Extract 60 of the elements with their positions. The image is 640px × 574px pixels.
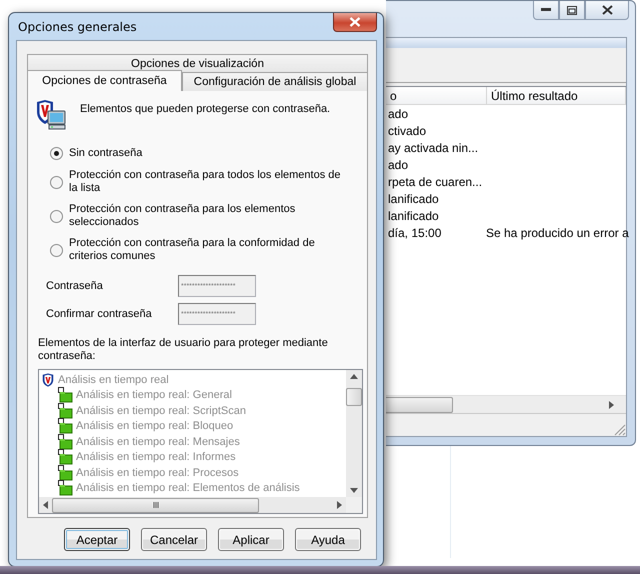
minimize-icon <box>541 8 551 12</box>
radio-label[interactable]: Protección con contraseña para la conformidad de criterios comunes <box>69 237 341 263</box>
table-cell-text: Se ha producido un error a <box>485 225 629 242</box>
locked-folder-icon <box>57 464 73 481</box>
intro-text: Elementos que pueden protegerse con contraseña. <box>80 103 330 115</box>
scroll-right-icon[interactable] <box>609 400 614 408</box>
horizontal-scrollbar[interactable] <box>386 395 626 413</box>
field-label: Contraseña <box>46 280 104 292</box>
restore-icon <box>567 6 577 14</box>
table-cell-text: rpeta de cuaren... <box>387 174 484 191</box>
column-header[interactable]: o <box>386 87 487 105</box>
dialog-button[interactable]: Aplicar <box>218 528 284 551</box>
dialog-button[interactable]: Ayuda <box>295 528 361 551</box>
dialog-button[interactable]: Aceptar <box>64 528 130 551</box>
minimize-button[interactable] <box>533 1 559 20</box>
scrollbar-thumb[interactable] <box>346 388 362 406</box>
tab[interactable]: Opciones de visualización <box>27 54 368 73</box>
shield-computer-icon <box>36 99 68 131</box>
tab[interactable]: Opciones de contraseña <box>27 70 182 91</box>
table-cell-text: ctivado <box>387 123 428 140</box>
locked-folder-icon <box>57 434 73 450</box>
dialog-button[interactable]: Cancelar <box>141 528 207 551</box>
field-label: Confirmar contraseña <box>46 308 153 320</box>
scroll-down-icon[interactable] <box>350 488 358 493</box>
radio-button[interactable] <box>50 210 63 222</box>
locked-folder-icon <box>57 402 73 419</box>
locked-folder-icon <box>57 449 73 466</box>
radio-label[interactable]: Protección con contraseña para los elementos seleccionados <box>69 203 341 229</box>
close-button[interactable] <box>333 13 377 32</box>
shield-icon <box>41 372 55 387</box>
tree-label: Elementos de la interfaz de usuario para proteger mediante contraseña: <box>38 337 329 363</box>
table-cell-text: lanificado <box>387 191 440 208</box>
close-button[interactable] <box>585 1 629 20</box>
table-cell-text: ay activada nin... <box>387 140 480 157</box>
resize-grip-icon[interactable] <box>614 424 626 436</box>
locked-folder-icon <box>57 387 73 404</box>
radio-button[interactable] <box>50 146 63 160</box>
table-cell-text: día, 15:00 <box>387 225 442 242</box>
close-icon <box>349 17 361 27</box>
scroll-up-icon[interactable] <box>350 374 358 379</box>
radio-button[interactable] <box>50 244 63 256</box>
tab[interactable]: Configuración de análisis global <box>182 72 368 91</box>
window-title: Opciones generales <box>18 20 137 34</box>
table-cell-text: ado <box>387 157 410 174</box>
locked-folder-icon <box>57 418 73 434</box>
radio-label[interactable]: Protección con contraseña para todos los elementos de la lista <box>69 169 341 195</box>
scroll-left-icon[interactable] <box>43 501 48 509</box>
vertical-scrollbar[interactable] <box>346 370 362 497</box>
horizontal-scrollbar[interactable] <box>39 497 346 513</box>
radio-button[interactable] <box>50 176 63 188</box>
close-icon <box>602 5 612 15</box>
grip-icon <box>152 502 158 508</box>
radio-label[interactable]: Sin contraseña <box>69 146 341 160</box>
scroll-right-icon[interactable] <box>337 501 342 509</box>
scroll-corner <box>346 497 362 513</box>
locked-folder-icon <box>57 480 73 496</box>
column-header[interactable]: Último resultado <box>487 87 626 105</box>
table-cell-text: ado <box>387 106 410 123</box>
maximize-button[interactable] <box>559 1 585 20</box>
table-cell-text: lanificado <box>387 208 440 225</box>
